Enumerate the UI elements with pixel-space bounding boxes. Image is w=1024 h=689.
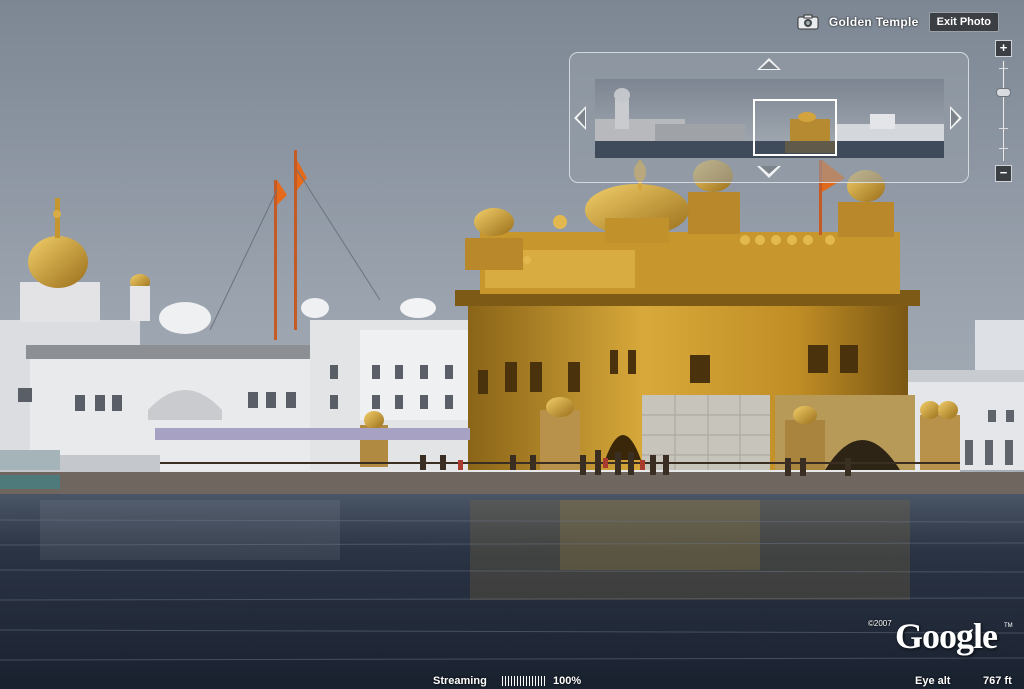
streaming-percent: 100% [553,675,582,687]
panorama-thumbnail[interactable] [595,79,944,158]
trademark-mark: TM [1004,623,1013,629]
camera-icon [797,14,819,30]
zoom-control: + − [995,40,1013,183]
photo-navigator [569,52,969,183]
status-bar: Streaming 100% Eye alt 767 ft [0,673,1024,689]
exit-photo-button[interactable]: Exit Photo [928,12,999,32]
streaming-bar [511,676,512,686]
zoom-track[interactable] [1002,60,1005,162]
arrow-right-icon[interactable] [950,106,962,130]
eye-alt-value: 767 ft [983,675,1012,687]
streaming-bar [529,676,530,686]
streaming-bar [544,676,545,686]
streaming-label: Streaming [433,675,487,687]
streaming-bar [526,676,527,686]
streaming-bar [508,676,509,686]
place-title: Golden Temple [828,15,919,29]
zoom-tick [999,68,1008,69]
streaming-bar [505,676,506,686]
arrow-down-icon[interactable] [757,166,781,178]
streaming-bar [523,676,524,686]
streaming-bar [538,676,539,686]
zoom-out-button[interactable]: − [995,165,1012,182]
streaming-bar [514,676,515,686]
arrow-up-icon[interactable] [757,58,781,70]
zoom-slider-thumb[interactable] [996,87,1011,97]
streaming-bar [532,676,533,686]
streaming-bar [541,676,542,686]
streaming-bar [502,676,503,686]
zoom-tick [999,128,1008,129]
streaming-bar [517,676,518,686]
streaming-progress [502,676,545,686]
streaming-bar [535,676,536,686]
zoom-tick [999,148,1008,149]
photo-header: Golden Temple Exit Photo [797,12,999,32]
arrow-left-icon[interactable] [574,106,586,130]
zoom-in-button[interactable]: + [995,40,1012,57]
viewport-frame[interactable] [753,99,837,156]
google-logo: Google [895,616,998,656]
copyright-text: ©2007 [868,619,892,628]
streaming-bar [520,676,521,686]
eye-alt-label: Eye alt [915,675,951,687]
